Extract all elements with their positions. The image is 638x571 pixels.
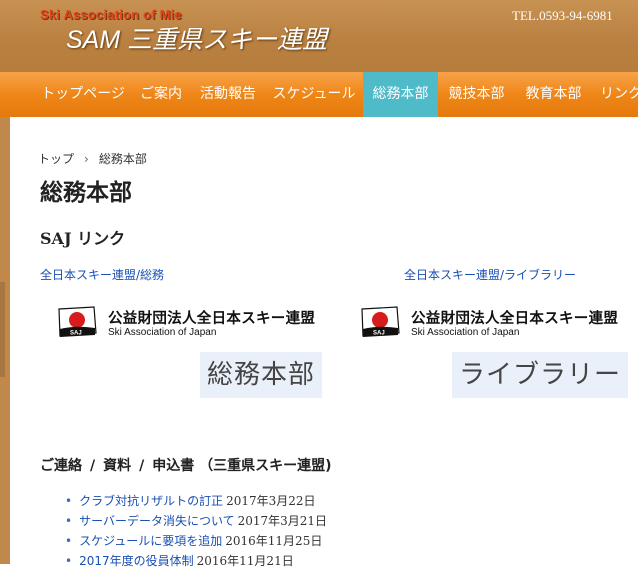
news-date: 2017年3月22日 [226, 494, 316, 508]
contact-heading-slash: / [139, 458, 145, 474]
side-strip-handle [0, 282, 5, 377]
contact-heading-part1: ご連絡 [40, 458, 82, 474]
news-date: 2016年11月25日 [225, 534, 323, 548]
list-item: • スケジュールに要項を追加 2016年11月25日 [65, 531, 327, 551]
bullet-icon: • [65, 534, 73, 548]
breadcrumb-current: 総務本部 [98, 152, 147, 166]
breadcrumb: トップ › 総務本部 [38, 150, 147, 167]
news-link[interactable]: サーバーデータ消失について [79, 514, 235, 528]
library-button[interactable]: ライブラリー [452, 352, 628, 398]
contact-heading: ご連絡 / 資料 / 申込書 （三重県スキー連盟) [40, 455, 332, 475]
main-content: トップ › 総務本部 総務本部 SAJ リンク 全日本スキー連盟/総務 全日本スキー… [10, 117, 638, 568]
general-affairs-button[interactable]: 総務本部 [200, 352, 322, 398]
saj-flag-mark: SAJ [373, 331, 385, 337]
site-title[interactable]: SAM 三重県スキー連盟 [66, 20, 327, 56]
breadcrumb-top-link[interactable]: トップ [38, 152, 74, 166]
saj-logo-left[interactable]: SAJ 公益財団法人全日本スキー連盟 Ski Association of Ja… [56, 305, 326, 341]
main-nav: トップページ ご案内 活動報告 スケジュール 総務本部 競技本部 教育本部 リン… [0, 72, 638, 117]
site-header: Ski Association of Mie SAM 三重県スキー連盟 TEL.… [0, 0, 638, 72]
nav-item-activity-report[interactable]: 活動報告 [191, 72, 265, 117]
saj-library-link[interactable]: 全日本スキー連盟/ライブラリー [404, 266, 576, 283]
nav-item-education[interactable]: 教育本部 [515, 72, 592, 117]
contact-heading-part3: 申込書 （三重県スキー連盟) [152, 458, 332, 474]
news-link[interactable]: 2017年度の役員体制 [79, 554, 194, 568]
nav-item-top-page[interactable]: トップページ [35, 72, 131, 117]
saj-logo-english: Ski Association of Japan [411, 327, 520, 338]
news-link[interactable]: クラブ対抗リザルトの訂正 [79, 494, 223, 508]
list-item: • クラブ対抗リザルトの訂正 2017年3月22日 [65, 491, 327, 511]
telephone-number: TEL.0593-94-6981 [512, 8, 613, 23]
bullet-icon: • [65, 494, 73, 508]
saj-logo-english: Ski Association of Japan [108, 327, 217, 338]
saj-logo-right[interactable]: SAJ 公益財団法人全日本スキー連盟 Ski Association of Ja… [359, 305, 629, 341]
news-link[interactable]: スケジュールに要項を追加 [79, 534, 222, 548]
list-item: • サーバーデータ消失について 2017年3月21日 [65, 511, 327, 531]
bullet-icon: • [65, 554, 73, 568]
nav-item-schedule[interactable]: スケジュール [265, 72, 363, 117]
side-strip [0, 117, 10, 564]
saj-flag-icon: SAJ [361, 306, 400, 337]
nav-item-competition[interactable]: 競技本部 [438, 72, 515, 117]
saj-section-heading: SAJ リンク [40, 229, 126, 248]
saj-general-affairs-link[interactable]: 全日本スキー連盟/総務 [40, 266, 164, 283]
news-date: 2017年3月21日 [237, 514, 328, 528]
bullet-icon: • [65, 514, 73, 528]
contact-heading-part2: 資料 [103, 458, 132, 474]
news-list: • クラブ対抗リザルトの訂正 2017年3月22日 • サーバーデータ消失について 20… [65, 491, 327, 571]
saj-flag-mark: SAJ [70, 331, 82, 337]
page-title: 総務本部 [40, 180, 132, 206]
nav-item-general-affairs[interactable]: 総務本部 [363, 72, 438, 117]
list-item: • 2017年度の役員体制 2016年11月21日 [65, 551, 327, 571]
saj-logo-japanese: 公益財団法人全日本スキー連盟 [411, 311, 619, 327]
saj-logo-japanese: 公益財団法人全日本スキー連盟 [108, 311, 316, 327]
contact-heading-slash: / [90, 458, 96, 474]
news-date: 2016年11月21日 [196, 554, 294, 568]
saj-flag-icon: SAJ [58, 306, 97, 337]
nav-item-links[interactable]: リンク [600, 72, 638, 117]
nav-item-guide[interactable]: ご案内 [131, 72, 191, 117]
breadcrumb-separator: › [84, 152, 89, 166]
